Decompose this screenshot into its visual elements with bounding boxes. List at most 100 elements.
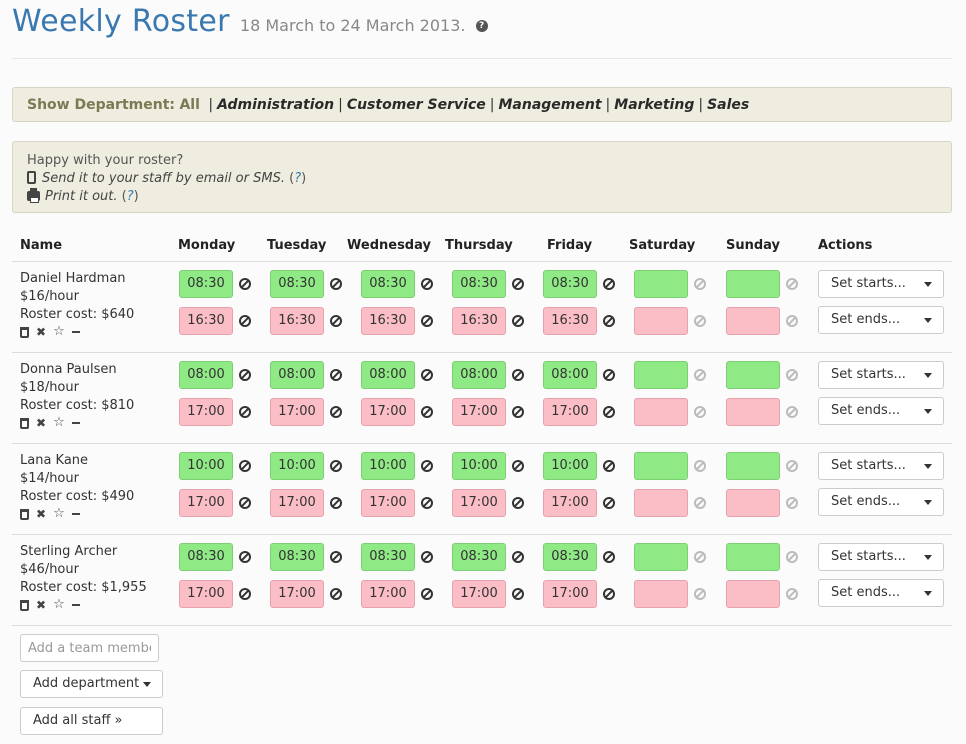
clear-time-icon[interactable] xyxy=(786,278,798,290)
add-department-button[interactable]: Add department xyxy=(20,670,163,698)
saturday-start-time[interactable] xyxy=(634,452,688,480)
monday-start-time[interactable]: 08:30 xyxy=(179,270,233,298)
star-icon[interactable]: ☆ xyxy=(53,507,65,520)
set-ends-button[interactable]: Set ends... xyxy=(818,397,944,425)
clear-time-icon[interactable] xyxy=(603,315,615,327)
remove-icon[interactable]: ✖ xyxy=(36,508,46,520)
wednesday-end-time[interactable]: 17:00 xyxy=(361,489,415,517)
add-all-staff-button[interactable]: Add all staff » xyxy=(20,707,163,735)
friday-end-time[interactable]: 16:30 xyxy=(543,307,597,335)
clear-time-icon[interactable] xyxy=(603,406,615,418)
clear-time-icon[interactable] xyxy=(330,497,342,509)
monday-end-time[interactable]: 17:00 xyxy=(179,489,233,517)
clear-time-icon[interactable] xyxy=(603,278,615,290)
clear-time-icon[interactable] xyxy=(786,460,798,472)
thursday-start-time[interactable]: 08:30 xyxy=(452,543,506,571)
clear-time-icon[interactable] xyxy=(512,551,524,563)
tuesday-start-time[interactable]: 08:30 xyxy=(270,543,324,571)
set-starts-button[interactable]: Set starts... xyxy=(818,543,944,571)
set-starts-button[interactable]: Set starts... xyxy=(818,361,944,389)
sunday-start-time[interactable] xyxy=(726,270,780,298)
sunday-start-time[interactable] xyxy=(726,543,780,571)
monday-start-time[interactable]: 10:00 xyxy=(179,452,233,480)
clear-time-icon[interactable] xyxy=(786,551,798,563)
sunday-end-time[interactable] xyxy=(726,398,780,426)
department-all[interactable]: All xyxy=(179,97,199,113)
clear-time-icon[interactable] xyxy=(786,497,798,509)
add-team-member-input[interactable] xyxy=(20,634,159,662)
monday-end-time[interactable]: 16:30 xyxy=(179,307,233,335)
send-roster-link[interactable]: Send it to your staff by email or SMS. xyxy=(42,171,285,186)
clear-time-icon[interactable] xyxy=(330,278,342,290)
tuesday-end-time[interactable]: 17:00 xyxy=(270,580,324,608)
clear-time-icon[interactable] xyxy=(694,497,706,509)
thursday-start-time[interactable]: 10:00 xyxy=(452,452,506,480)
thursday-end-time[interactable]: 17:00 xyxy=(452,580,506,608)
minus-icon[interactable] xyxy=(71,422,80,424)
clear-time-icon[interactable] xyxy=(603,369,615,381)
minus-icon[interactable] xyxy=(71,604,80,606)
clear-time-icon[interactable] xyxy=(512,278,524,290)
thursday-end-time[interactable]: 16:30 xyxy=(452,307,506,335)
department-link-management[interactable]: Management xyxy=(498,97,601,113)
remove-icon[interactable]: ✖ xyxy=(36,417,46,429)
clear-time-icon[interactable] xyxy=(239,588,251,600)
clear-time-icon[interactable] xyxy=(239,369,251,381)
clear-time-icon[interactable] xyxy=(512,460,524,472)
wednesday-start-time[interactable]: 08:30 xyxy=(361,270,415,298)
minus-icon[interactable] xyxy=(71,513,80,515)
wednesday-start-time[interactable]: 08:00 xyxy=(361,361,415,389)
star-icon[interactable]: ☆ xyxy=(53,416,65,429)
clear-time-icon[interactable] xyxy=(603,460,615,472)
sunday-end-time[interactable] xyxy=(726,307,780,335)
trash-icon[interactable] xyxy=(20,326,29,338)
sunday-start-time[interactable] xyxy=(726,452,780,480)
clear-time-icon[interactable] xyxy=(330,551,342,563)
saturday-end-time[interactable] xyxy=(634,307,688,335)
department-link-administration[interactable]: Administration xyxy=(217,97,334,113)
saturday-end-time[interactable] xyxy=(634,489,688,517)
wednesday-start-time[interactable]: 10:00 xyxy=(361,452,415,480)
clear-time-icon[interactable] xyxy=(330,315,342,327)
clear-time-icon[interactable] xyxy=(239,278,251,290)
send-help-link[interactable]: ? xyxy=(294,171,301,186)
trash-icon[interactable] xyxy=(20,599,29,611)
saturday-start-time[interactable] xyxy=(634,361,688,389)
clear-time-icon[interactable] xyxy=(239,406,251,418)
print-help-link[interactable]: ? xyxy=(127,189,134,204)
thursday-end-time[interactable]: 17:00 xyxy=(452,398,506,426)
clear-time-icon[interactable] xyxy=(786,369,798,381)
saturday-start-time[interactable] xyxy=(634,543,688,571)
clear-time-icon[interactable] xyxy=(421,460,433,472)
clear-time-icon[interactable] xyxy=(239,460,251,472)
clear-time-icon[interactable] xyxy=(694,369,706,381)
clear-time-icon[interactable] xyxy=(421,278,433,290)
sunday-end-time[interactable] xyxy=(726,489,780,517)
friday-start-time[interactable]: 10:00 xyxy=(543,452,597,480)
department-link-marketing[interactable]: Marketing xyxy=(614,97,694,113)
print-roster-link[interactable]: Print it out. xyxy=(45,189,118,204)
clear-time-icon[interactable] xyxy=(421,406,433,418)
clear-time-icon[interactable] xyxy=(330,369,342,381)
wednesday-end-time[interactable]: 16:30 xyxy=(361,307,415,335)
set-starts-button[interactable]: Set starts... xyxy=(818,270,944,298)
clear-time-icon[interactable] xyxy=(603,497,615,509)
friday-start-time[interactable]: 08:30 xyxy=(543,543,597,571)
clear-time-icon[interactable] xyxy=(421,497,433,509)
clear-time-icon[interactable] xyxy=(239,551,251,563)
help-icon[interactable]: ? xyxy=(475,20,488,32)
set-ends-button[interactable]: Set ends... xyxy=(818,579,944,607)
monday-start-time[interactable]: 08:30 xyxy=(179,543,233,571)
clear-time-icon[interactable] xyxy=(421,551,433,563)
thursday-start-time[interactable]: 08:00 xyxy=(452,361,506,389)
trash-icon[interactable] xyxy=(20,508,29,520)
clear-time-icon[interactable] xyxy=(330,406,342,418)
star-icon[interactable]: ☆ xyxy=(53,325,65,338)
trash-icon[interactable] xyxy=(20,417,29,429)
tuesday-end-time[interactable]: 16:30 xyxy=(270,307,324,335)
clear-time-icon[interactable] xyxy=(694,551,706,563)
department-link-customer-service[interactable]: Customer Service xyxy=(347,97,486,113)
monday-end-time[interactable]: 17:00 xyxy=(179,398,233,426)
clear-time-icon[interactable] xyxy=(694,278,706,290)
star-icon[interactable]: ☆ xyxy=(53,598,65,611)
